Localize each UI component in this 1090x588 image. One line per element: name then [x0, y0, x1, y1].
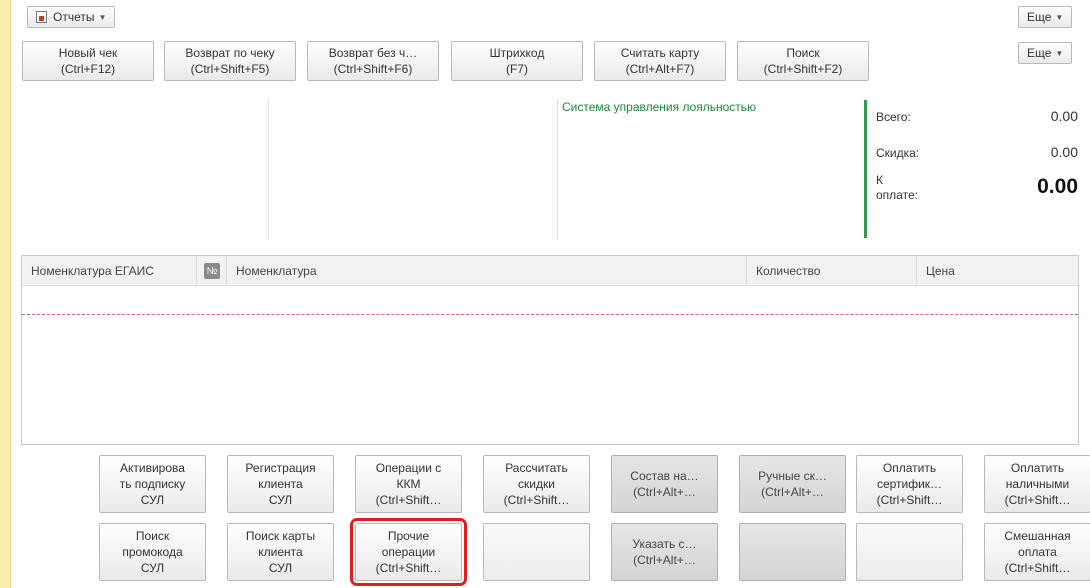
- more-label: Еще: [1027, 46, 1052, 60]
- loyalty-system-title: Система управления лояльностью: [562, 100, 757, 114]
- total-label: Всего:: [876, 110, 911, 124]
- column-label: Номенклатура: [236, 264, 317, 278]
- column-header-quantity[interactable]: Количество: [747, 256, 917, 286]
- reports-label: Отчеты: [53, 10, 95, 24]
- topay-label: К оплате:: [876, 173, 918, 202]
- empty-button[interactable]: [739, 523, 846, 581]
- left-panel-strip: [0, 0, 11, 588]
- report-icon: [36, 11, 47, 23]
- totals-divider: [864, 100, 867, 238]
- column-label: Количество: [756, 264, 821, 278]
- column-label: Номенклатура ЕГАИС: [31, 264, 154, 278]
- calculate-discounts-button[interactable]: Рассчитать скидки (Ctrl+Shift…: [483, 455, 590, 513]
- mixed-payment-button[interactable]: Смешанная оплата (Ctrl+Shift…: [984, 523, 1090, 581]
- other-operations-button[interactable]: Прочие операции (Ctrl+Shift…: [350, 518, 467, 586]
- read-card-button[interactable]: Считать карту (Ctrl+Alt+F7): [594, 41, 726, 81]
- barcode-button[interactable]: Штрихкод (F7): [451, 41, 583, 81]
- discount-value: 0.00: [1050, 144, 1078, 160]
- empty-button[interactable]: [483, 523, 590, 581]
- pay-certificate-button[interactable]: Оплатить сертифик… (Ctrl+Shift…: [856, 455, 963, 513]
- search-button[interactable]: Поиск (Ctrl+Shift+F2): [737, 41, 869, 81]
- divider: [268, 100, 269, 240]
- chevron-down-icon: ▼: [98, 12, 107, 22]
- manual-discounts-button[interactable]: Ручные ск… (Ctrl+Alt+…: [739, 455, 846, 513]
- column-header-nomenclature[interactable]: Номенклатура: [227, 256, 747, 286]
- table-header: Номенклатура ЕГАИС № Номенклатура Количе…: [22, 256, 1078, 286]
- topay-value: 0.00: [1037, 175, 1078, 198]
- pay-cash-button[interactable]: Оплатить наличными (Ctrl+Shift…: [984, 455, 1090, 513]
- activate-subscription-button[interactable]: Активирова ть подписку СУЛ: [99, 455, 206, 513]
- more-button-second[interactable]: Еще ▼: [1018, 42, 1073, 64]
- chevron-down-icon: ▼: [1055, 48, 1064, 58]
- chevron-down-icon: ▼: [1055, 12, 1064, 22]
- receipt-table[interactable]: Номенклатура ЕГАИС № Номенклатура Количе…: [21, 255, 1079, 445]
- reports-menu-button[interactable]: Отчеты ▼: [27, 6, 116, 28]
- insert-line: [22, 314, 1078, 315]
- divider: [557, 100, 558, 240]
- column-header-number[interactable]: №: [197, 256, 227, 286]
- kkm-operations-button[interactable]: Операции с ККМ (Ctrl+Shift…: [355, 455, 462, 513]
- search-client-card-button[interactable]: Поиск карты клиента СУЛ: [227, 523, 334, 581]
- empty-button[interactable]: [856, 523, 963, 581]
- new-receipt-button[interactable]: Новый чек (Ctrl+F12): [22, 41, 154, 81]
- more-label: Еще: [1027, 10, 1052, 24]
- return-without-receipt-button[interactable]: Возврат без ч… (Ctrl+Shift+F6): [307, 41, 439, 81]
- search-promocode-button[interactable]: Поиск промокода СУЛ: [99, 523, 206, 581]
- specify-button[interactable]: Указать с… (Ctrl+Alt+…: [611, 523, 718, 581]
- number-icon: №: [204, 263, 220, 279]
- total-value: 0.00: [1050, 108, 1078, 124]
- column-label: Цена: [926, 264, 955, 278]
- column-header-price[interactable]: Цена: [917, 256, 1078, 286]
- discount-label: Скидка:: [876, 146, 920, 160]
- column-header-egais[interactable]: Номенклатура ЕГАИС: [22, 256, 197, 286]
- more-button-top[interactable]: Еще ▼: [1018, 6, 1073, 28]
- register-client-button[interactable]: Регистрация клиента СУЛ: [227, 455, 334, 513]
- order-composition-button[interactable]: Состав на… (Ctrl+Alt+…: [611, 455, 718, 513]
- return-by-receipt-button[interactable]: Возврат по чеку (Ctrl+Shift+F5): [164, 41, 296, 81]
